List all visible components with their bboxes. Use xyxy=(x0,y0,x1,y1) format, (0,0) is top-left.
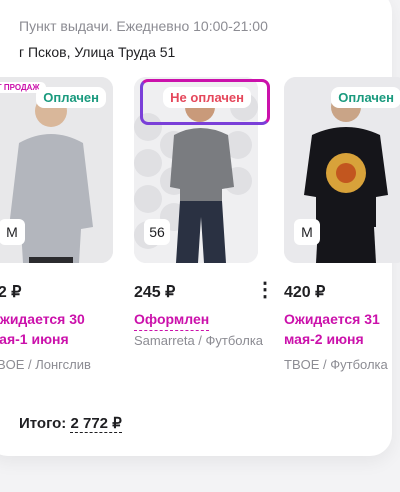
pickup-address[interactable]: г Псков, Улица Труда 51 xyxy=(19,44,175,60)
delivery-status: Ожидается 30 мая-1 июня xyxy=(0,311,85,347)
product-price: 92 ₽ xyxy=(0,284,22,301)
delivery-status: Ожидается 31 мая-2 июня xyxy=(284,311,380,347)
product-photo[interactable]: Оплачен M xyxy=(284,77,400,263)
product-brand: TBOE / Лонгслив xyxy=(0,357,91,372)
size-badge: M xyxy=(294,219,320,245)
payment-status-badge: Оплачен xyxy=(331,87,400,108)
pickup-point-hours: Пункт выдачи. Ежедневно 10:00-21:00 xyxy=(19,18,268,34)
product-price: 245 ₽ xyxy=(134,284,176,301)
size-badge: M xyxy=(0,219,25,245)
size-badge: 56 xyxy=(144,219,170,245)
product-brand: TBOE / Футболка xyxy=(284,357,388,372)
payment-status-badge: Оплачен xyxy=(36,87,106,108)
total-amount[interactable]: 2 772 ₽ xyxy=(70,415,122,433)
product-brand: Samarreta / Футболка xyxy=(134,333,264,348)
more-vertical-icon: ⋮ xyxy=(255,279,275,301)
order-total: Итого: 2 772 ₽ xyxy=(19,414,122,433)
product-price: 420 ₽ xyxy=(284,284,326,301)
delivery-status: Оформлен xyxy=(134,309,210,331)
more-options-button[interactable]: ⋮ xyxy=(255,280,275,300)
unpaid-highlight-frame xyxy=(140,79,270,125)
product-photo[interactable]: ИТ ПРОДАЖ Оплачен M xyxy=(0,77,113,263)
total-label: Итого: xyxy=(19,415,67,432)
